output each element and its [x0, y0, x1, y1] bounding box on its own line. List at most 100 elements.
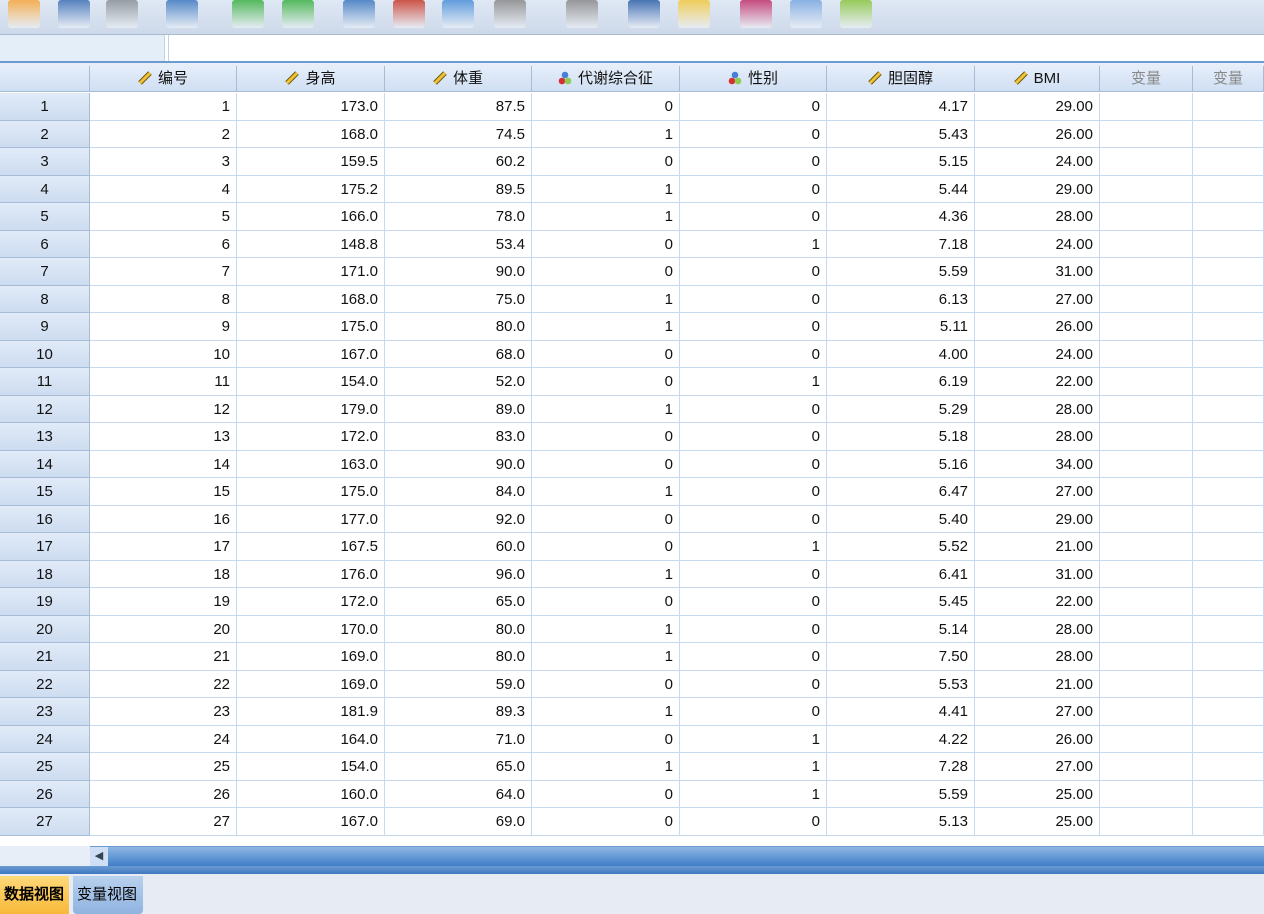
- undo-icon[interactable]: [232, 0, 264, 28]
- data-cell[interactable]: 5.13: [827, 808, 975, 836]
- data-cell[interactable]: 0: [680, 643, 827, 671]
- row-header[interactable]: 5: [0, 203, 90, 231]
- row-header[interactable]: 21: [0, 643, 90, 671]
- data-cell[interactable]: 9: [90, 313, 237, 341]
- tab-data-view[interactable]: 数据视图: [0, 876, 69, 914]
- data-cell[interactable]: 71.0: [385, 725, 532, 753]
- data-cell[interactable]: 167.5: [237, 533, 385, 561]
- data-cell[interactable]: 169.0: [237, 643, 385, 671]
- data-cell[interactable]: 7.50: [827, 643, 975, 671]
- data-cell[interactable]: [1193, 395, 1264, 423]
- data-cell[interactable]: 5.43: [827, 120, 975, 148]
- data-cell[interactable]: 5: [90, 203, 237, 231]
- data-cell[interactable]: [1100, 505, 1193, 533]
- data-cell[interactable]: 7: [90, 258, 237, 286]
- row-header[interactable]: 13: [0, 423, 90, 451]
- data-cell[interactable]: 7.18: [827, 230, 975, 258]
- row-header[interactable]: 2: [0, 120, 90, 148]
- data-cell[interactable]: 78.0: [385, 203, 532, 231]
- data-cell[interactable]: 5.52: [827, 533, 975, 561]
- data-cell[interactable]: 24.00: [975, 148, 1100, 176]
- data-cell[interactable]: 173.0: [237, 93, 385, 121]
- data-cell[interactable]: [1100, 698, 1193, 726]
- data-cell[interactable]: [1100, 175, 1193, 203]
- data-cell[interactable]: [1193, 340, 1264, 368]
- data-cell[interactable]: 0: [532, 808, 680, 836]
- column-header[interactable]: 编号: [90, 66, 237, 92]
- data-cell[interactable]: 1: [90, 93, 237, 121]
- column-header[interactable]: BMI: [975, 66, 1100, 92]
- data-cell[interactable]: [1193, 423, 1264, 451]
- data-cell[interactable]: [1100, 340, 1193, 368]
- data-cell[interactable]: 1: [532, 175, 680, 203]
- row-header[interactable]: 3: [0, 148, 90, 176]
- data-cell[interactable]: 24: [90, 725, 237, 753]
- data-cell[interactable]: [1193, 368, 1264, 396]
- data-cell[interactable]: 4: [90, 175, 237, 203]
- data-cell[interactable]: 1: [532, 753, 680, 781]
- data-cell[interactable]: 0: [680, 505, 827, 533]
- data-cell[interactable]: 5.53: [827, 670, 975, 698]
- data-cell[interactable]: 25: [90, 753, 237, 781]
- data-cell[interactable]: [1100, 120, 1193, 148]
- row-header[interactable]: 8: [0, 285, 90, 313]
- data-cell[interactable]: 27: [90, 808, 237, 836]
- data-cell[interactable]: 27.00: [975, 753, 1100, 781]
- data-cell[interactable]: 168.0: [237, 285, 385, 313]
- row-header[interactable]: 24: [0, 725, 90, 753]
- open-folder-icon[interactable]: [8, 0, 40, 28]
- data-cell[interactable]: 1: [532, 560, 680, 588]
- value-labels-icon[interactable]: [790, 0, 822, 28]
- data-cell[interactable]: 169.0: [237, 670, 385, 698]
- data-cell[interactable]: 0: [680, 120, 827, 148]
- binoculars-icon[interactable]: [566, 0, 598, 28]
- data-cell[interactable]: [1100, 808, 1193, 836]
- data-cell[interactable]: 18: [90, 560, 237, 588]
- data-cell[interactable]: 6: [90, 230, 237, 258]
- data-cell[interactable]: 23: [90, 698, 237, 726]
- row-header[interactable]: 25: [0, 753, 90, 781]
- data-cell[interactable]: 53.4: [385, 230, 532, 258]
- data-cell[interactable]: 87.5: [385, 93, 532, 121]
- data-cell[interactable]: 28.00: [975, 395, 1100, 423]
- data-cell[interactable]: 5.11: [827, 313, 975, 341]
- data-cell[interactable]: 5.29: [827, 395, 975, 423]
- data-cell[interactable]: 4.36: [827, 203, 975, 231]
- row-header[interactable]: 27: [0, 808, 90, 836]
- row-header[interactable]: 18: [0, 560, 90, 588]
- data-cell[interactable]: 27.00: [975, 478, 1100, 506]
- data-cell[interactable]: 175.0: [237, 313, 385, 341]
- data-cell[interactable]: [1100, 93, 1193, 121]
- data-cell[interactable]: [1100, 285, 1193, 313]
- data-cell[interactable]: 75.0: [385, 285, 532, 313]
- data-cell[interactable]: [1100, 203, 1193, 231]
- splitter[interactable]: [0, 866, 1264, 874]
- data-cell[interactable]: 154.0: [237, 368, 385, 396]
- data-cell[interactable]: 179.0: [237, 395, 385, 423]
- data-cell[interactable]: 29.00: [975, 175, 1100, 203]
- data-cell[interactable]: 8: [90, 285, 237, 313]
- data-cell[interactable]: [1193, 175, 1264, 203]
- data-cell[interactable]: 148.8: [237, 230, 385, 258]
- data-cell[interactable]: 1: [532, 203, 680, 231]
- data-cell[interactable]: 14: [90, 450, 237, 478]
- data-cell[interactable]: 0: [680, 175, 827, 203]
- print-icon[interactable]: [106, 0, 138, 28]
- data-cell[interactable]: 1: [680, 368, 827, 396]
- data-cell[interactable]: 22: [90, 670, 237, 698]
- data-cell[interactable]: 0: [680, 698, 827, 726]
- data-cell[interactable]: 22.00: [975, 588, 1100, 616]
- data-cell[interactable]: 60.2: [385, 148, 532, 176]
- data-cell[interactable]: 0: [532, 368, 680, 396]
- data-cell[interactable]: 17: [90, 533, 237, 561]
- data-cell[interactable]: 0: [532, 780, 680, 808]
- data-cell[interactable]: 0: [532, 588, 680, 616]
- data-cell[interactable]: 166.0: [237, 203, 385, 231]
- data-cell[interactable]: [1193, 505, 1264, 533]
- data-cell[interactable]: 6.41: [827, 560, 975, 588]
- data-cell[interactable]: 90.0: [385, 450, 532, 478]
- data-cell[interactable]: 24.00: [975, 340, 1100, 368]
- data-cell[interactable]: [1100, 368, 1193, 396]
- data-cell[interactable]: 5.59: [827, 258, 975, 286]
- data-cell[interactable]: 64.0: [385, 780, 532, 808]
